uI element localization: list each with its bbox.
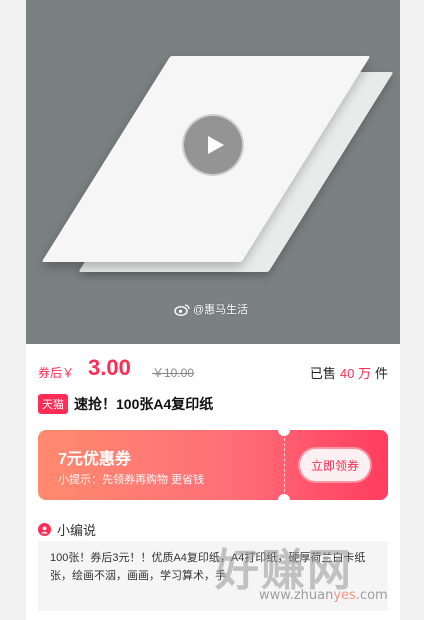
watermark-text: @惠马生活 — [193, 304, 249, 316]
coupon-notch-top — [278, 430, 290, 436]
product-video[interactable]: @惠马生活 — [26, 0, 400, 344]
product-title-row: 天猫 速抢！100张A4复印纸 — [38, 394, 388, 414]
video-watermark: @惠马生活 — [174, 301, 248, 317]
price-label: 券后￥ — [38, 366, 75, 380]
product-detail: @惠马生活 券后￥ 3.00 ￥10.00 已售 40 万件 天猫 速抢！100张… — [26, 0, 400, 620]
coupon-price: 3.00 — [88, 355, 131, 380]
coupon-tip: 小提示：先领券再购物 更省钱 — [58, 474, 205, 486]
sold-count: 已售 40 万件 — [310, 363, 388, 382]
claim-coupon-button[interactable]: 立即领券 — [300, 449, 370, 481]
editor-icon — [38, 523, 51, 536]
editor-header: 小编说 — [38, 520, 96, 539]
sold-suffix: 件 — [374, 366, 388, 381]
editor-description: 100张！券后3元！！优质A4复印纸，A4打印纸，硬厚荷兰白卡纸张，绘画不洇，画… — [38, 541, 388, 611]
product-title: 速抢！100张A4复印纸 — [74, 396, 214, 412]
play-icon — [208, 136, 224, 154]
weibo-icon — [174, 303, 190, 316]
sold-number: 40 万 — [339, 366, 371, 381]
editor-title: 小编说 — [57, 523, 97, 538]
tmall-badge: 天猫 — [38, 394, 68, 414]
sold-prefix: 已售 — [309, 366, 336, 381]
price-row: 券后￥ 3.00 ￥10.00 已售 40 万件 — [38, 355, 388, 383]
original-price: ￥10.00 — [152, 366, 195, 380]
coupon-notch-bottom — [278, 494, 290, 500]
play-button[interactable] — [182, 114, 244, 176]
coupon-divider — [284, 438, 285, 492]
coupon-card[interactable]: 7元优惠券 小提示：先领券再购物 更省钱 立即领券 — [38, 430, 388, 500]
coupon-amount: 7元优惠券 — [58, 451, 131, 468]
page: @惠马生活 券后￥ 3.00 ￥10.00 已售 40 万件 天猫 速抢！100张… — [0, 0, 424, 620]
